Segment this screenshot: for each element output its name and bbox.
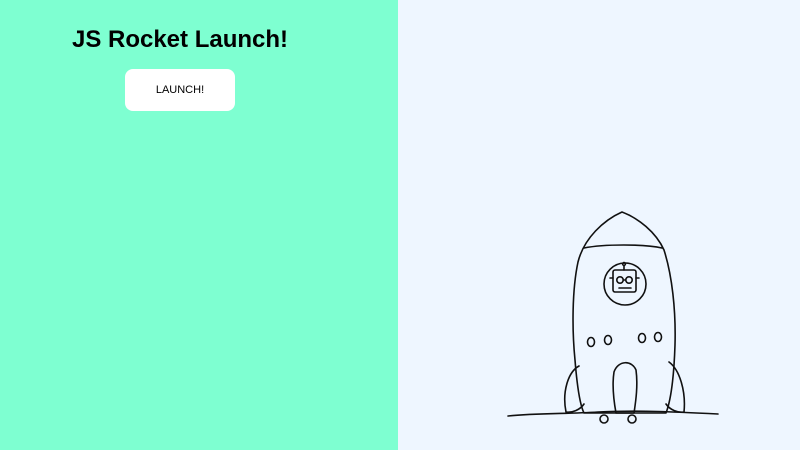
window-3 [637,332,647,344]
window-2 [603,334,613,346]
launch-button[interactable]: LAUNCH! [125,69,235,111]
nose-seam [583,244,663,249]
nozzle-left [599,414,609,424]
app-root: JS Rocket Launch! LAUNCH! [0,0,800,450]
rocket-illustration [507,211,719,424]
nozzle-right [627,414,637,424]
control-panel: JS Rocket Launch! LAUNCH! [0,0,398,450]
window-4 [653,331,663,343]
launch-scene [398,0,800,450]
rocket-body [572,211,676,414]
center-fin [612,361,638,414]
window-1 [586,336,596,348]
robot-pilot-icon [609,261,640,293]
page-title: JS Rocket Launch! [71,26,289,53]
